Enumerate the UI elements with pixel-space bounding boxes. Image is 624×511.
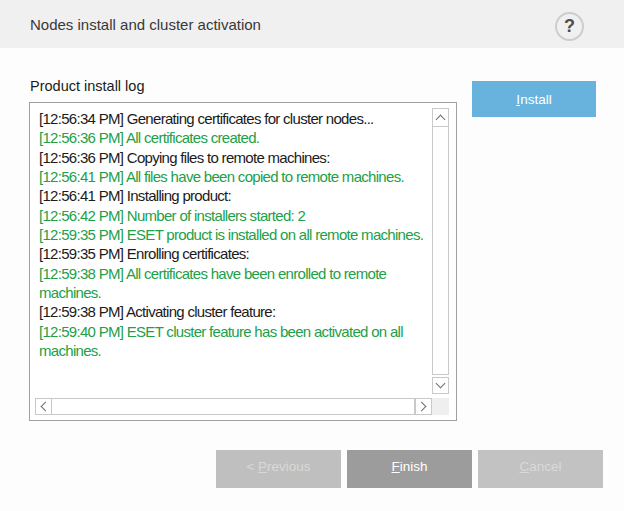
title-bar: Nodes install and cluster activation ? [0,0,624,48]
log-line: [12:56:41 PM] Installing product: [39,186,431,205]
vertical-scroll-track[interactable] [432,127,449,375]
help-button[interactable]: ? [555,12,584,41]
help-icon: ? [564,16,575,37]
scroll-left-button[interactable] [35,398,52,415]
page-title: Nodes install and cluster activation [30,0,261,48]
scrollbar-corner [432,398,449,415]
log-output[interactable]: [12:56:34 PM] Generating certificates fo… [39,109,431,360]
previous-button[interactable]: < Previous [216,450,341,488]
log-line: [12:56:34 PM] Generating certificates fo… [39,109,431,128]
scroll-down-button[interactable] [432,377,449,394]
log-label: Product install log [30,78,144,94]
finish-button[interactable]: Finish [347,450,472,488]
log-line: [12:59:38 PM] All certificates have been… [39,264,431,303]
install-button[interactable]: Install [472,81,596,117]
log-line: [12:56:36 PM] All certificates created. [39,128,431,147]
horizontal-scrollbar[interactable] [35,398,432,415]
log-line: [12:56:41 PM] All files have been copied… [39,167,431,186]
log-line: [12:56:42 PM] Number of installers start… [39,206,431,225]
log-line: [12:56:36 PM] Copying files to remote ma… [39,148,431,167]
log-line: [12:59:35 PM] Enrolling certificates: [39,244,431,263]
log-line: [12:59:35 PM] ESET product is installed … [39,225,431,244]
chevron-up-icon [436,115,446,125]
chevron-down-icon [436,379,446,389]
scroll-up-button[interactable] [432,108,449,127]
scroll-right-button[interactable] [415,398,432,415]
log-box: [12:56:34 PM] Generating certificates fo… [29,102,457,421]
horizontal-scroll-track[interactable] [52,398,415,415]
chevron-right-icon [417,402,427,412]
cancel-button[interactable]: Cancel [478,450,603,488]
vertical-scrollbar[interactable] [432,108,449,394]
log-line: [12:59:38 PM] Activating cluster feature… [39,302,431,321]
chevron-left-icon [41,402,51,412]
log-line: [12:59:40 PM] ESET cluster feature has b… [39,322,431,361]
